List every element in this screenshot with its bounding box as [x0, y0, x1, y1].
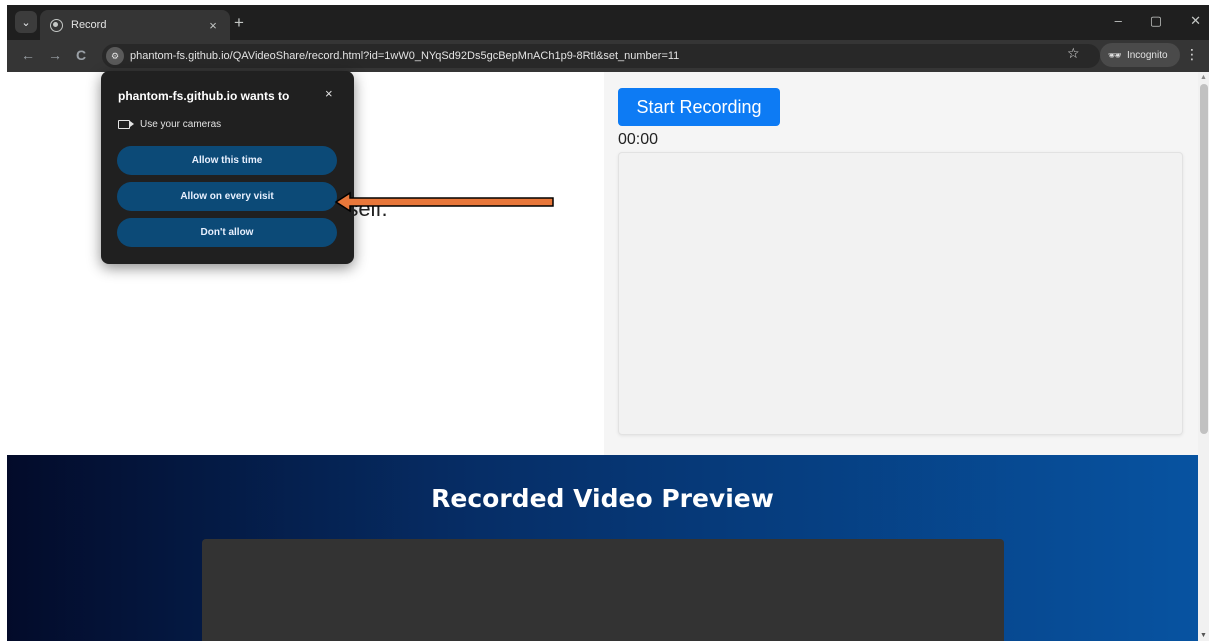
start-recording-button[interactable]: Start Recording — [618, 88, 780, 126]
scroll-up-icon[interactable]: ▲ — [1200, 74, 1207, 81]
star-icon[interactable]: ☆ — [1067, 45, 1080, 62]
new-tab-button[interactable]: + — [234, 14, 244, 31]
allow-this-time-button[interactable]: Allow this time — [117, 146, 337, 175]
scroll-down-icon[interactable]: ▼ — [1200, 632, 1207, 639]
incognito-label: Incognito — [1126, 49, 1168, 61]
minimize-button[interactable]: – — [1115, 13, 1122, 29]
camera-video-area — [618, 152, 1183, 435]
back-button[interactable]: ← — [21, 47, 35, 63]
tab-close-icon[interactable]: × — [206, 18, 220, 33]
tab-record[interactable]: Record × — [40, 10, 230, 40]
scroll-thumb[interactable] — [1200, 84, 1208, 434]
incognito-icon: 🕶 — [1108, 49, 1122, 62]
permission-request: Use your cameras — [118, 119, 221, 130]
dont-allow-button[interactable]: Don't allow — [117, 218, 337, 247]
incognito-badge[interactable]: 🕶 Incognito — [1100, 43, 1180, 67]
allow-every-visit-button[interactable]: Allow on every visit — [117, 182, 337, 211]
restore-button[interactable]: ▢ — [1150, 13, 1162, 29]
annotation-arrow-icon — [334, 191, 554, 213]
recording-timer: 00:00 — [618, 131, 659, 148]
url-text[interactable]: phantom-fs.github.io/QAVideoShare/record… — [130, 50, 679, 62]
permission-request-label: Use your cameras — [140, 119, 222, 130]
tab-search-icon[interactable]: ⌄ — [15, 11, 37, 33]
kebab-menu-icon[interactable]: ⋮ — [1185, 46, 1199, 63]
camera-permission-prompt: phantom-fs.github.io wants to × Use your… — [101, 71, 354, 264]
close-icon[interactable]: × — [325, 86, 333, 101]
close-window-button[interactable]: ✕ — [1190, 13, 1201, 29]
browser-toolbar: ← → C ⚙ phantom-fs.github.io/QAVideoShar… — [7, 40, 1209, 72]
globe-icon — [50, 18, 63, 32]
browser-titlebar: ⌄ Record × + – ▢ ✕ — [7, 5, 1209, 40]
window-controls: – ▢ ✕ — [1115, 13, 1201, 29]
page-scrollbar[interactable]: ▲ ▼ — [1198, 72, 1209, 641]
preview-section: Recorded Video Preview — [7, 455, 1198, 641]
address-bar[interactable]: ⚙ phantom-fs.github.io/QAVideoShare/reco… — [102, 44, 1100, 68]
camera-icon — [118, 120, 134, 129]
preview-video-player[interactable] — [202, 539, 1004, 641]
reload-button[interactable]: C — [76, 47, 86, 63]
forward-button[interactable]: → — [48, 47, 62, 63]
recorder-panel: Start Recording 00:00 — [604, 72, 1198, 455]
tab-title: Record — [71, 19, 107, 31]
preview-title: Recorded Video Preview — [431, 484, 774, 513]
permission-title: phantom-fs.github.io wants to — [118, 89, 290, 103]
site-info-icon[interactable]: ⚙ — [106, 47, 124, 65]
